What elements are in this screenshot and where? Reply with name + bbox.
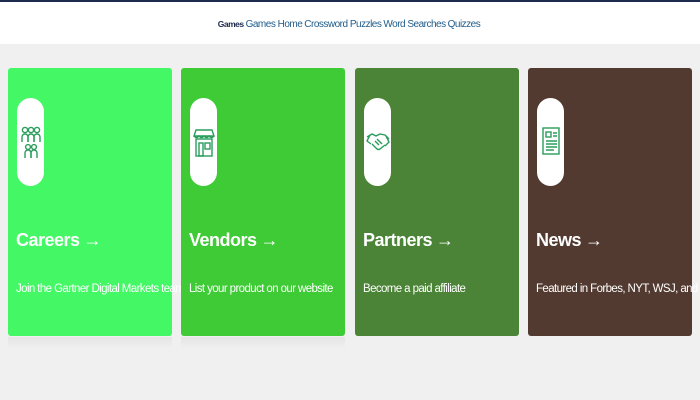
games-brand-label: Games [217, 19, 244, 29]
careers-card[interactable]: Careers → Join the Gartner Digital Marke… [8, 68, 228, 336]
card-shadow [8, 337, 172, 349]
partners-icon-badge [364, 98, 391, 186]
arrow-right-icon: → [260, 230, 279, 250]
news-title[interactable]: News → [536, 230, 603, 251]
card-shadow [181, 337, 345, 349]
partners-title[interactable]: Partners → [363, 230, 454, 251]
news-description: Featured in Forbes, NYT, WSJ, and more [536, 283, 700, 295]
newspaper-icon [541, 127, 560, 155]
vendors-icon-badge [190, 98, 217, 186]
arrow-right-icon: → [436, 230, 454, 250]
people-group-icon [20, 126, 41, 158]
nav-link-quizzes[interactable]: Quizzes [448, 19, 481, 30]
nav-link-crossword-puzzles[interactable]: Crossword Puzzles [304, 19, 382, 30]
handshake-icon [365, 133, 390, 151]
top-navigation-bar: Games Games Home Crossword Puzzles Word … [0, 0, 700, 44]
news-icon-badge [537, 98, 564, 186]
news-card[interactable]: News → Featured in Forbes, NYT, WSJ, and… [528, 68, 700, 336]
careers-title[interactable]: Careers → [16, 230, 102, 251]
vendors-card[interactable]: Vendors → List your product on our websi… [181, 68, 345, 336]
nav-link-word-searches[interactable]: Word Searches [383, 19, 446, 30]
storefront-icon [192, 129, 215, 157]
careers-icon-badge [17, 98, 44, 186]
arrow-right-icon: → [585, 230, 603, 250]
nav-link-games-home[interactable]: Games Home [246, 19, 303, 30]
vendors-title[interactable]: Vendors → [189, 230, 279, 251]
arrow-right-icon: → [83, 230, 102, 250]
vendors-description: List your product on our website [189, 283, 333, 295]
partners-card[interactable]: Partners → Become a paid affiliate [355, 68, 519, 336]
games-nav: Games Games Home Crossword Puzzles Word … [0, 2, 700, 46]
vendors-title-text: Vendors [189, 230, 257, 250]
partners-description: Become a paid affiliate [363, 283, 466, 295]
careers-description: Join the Gartner Digital Markets team in… [16, 283, 228, 295]
news-title-text: News [536, 230, 582, 250]
careers-title-text: Careers [16, 230, 80, 250]
partners-title-text: Partners [363, 230, 433, 250]
